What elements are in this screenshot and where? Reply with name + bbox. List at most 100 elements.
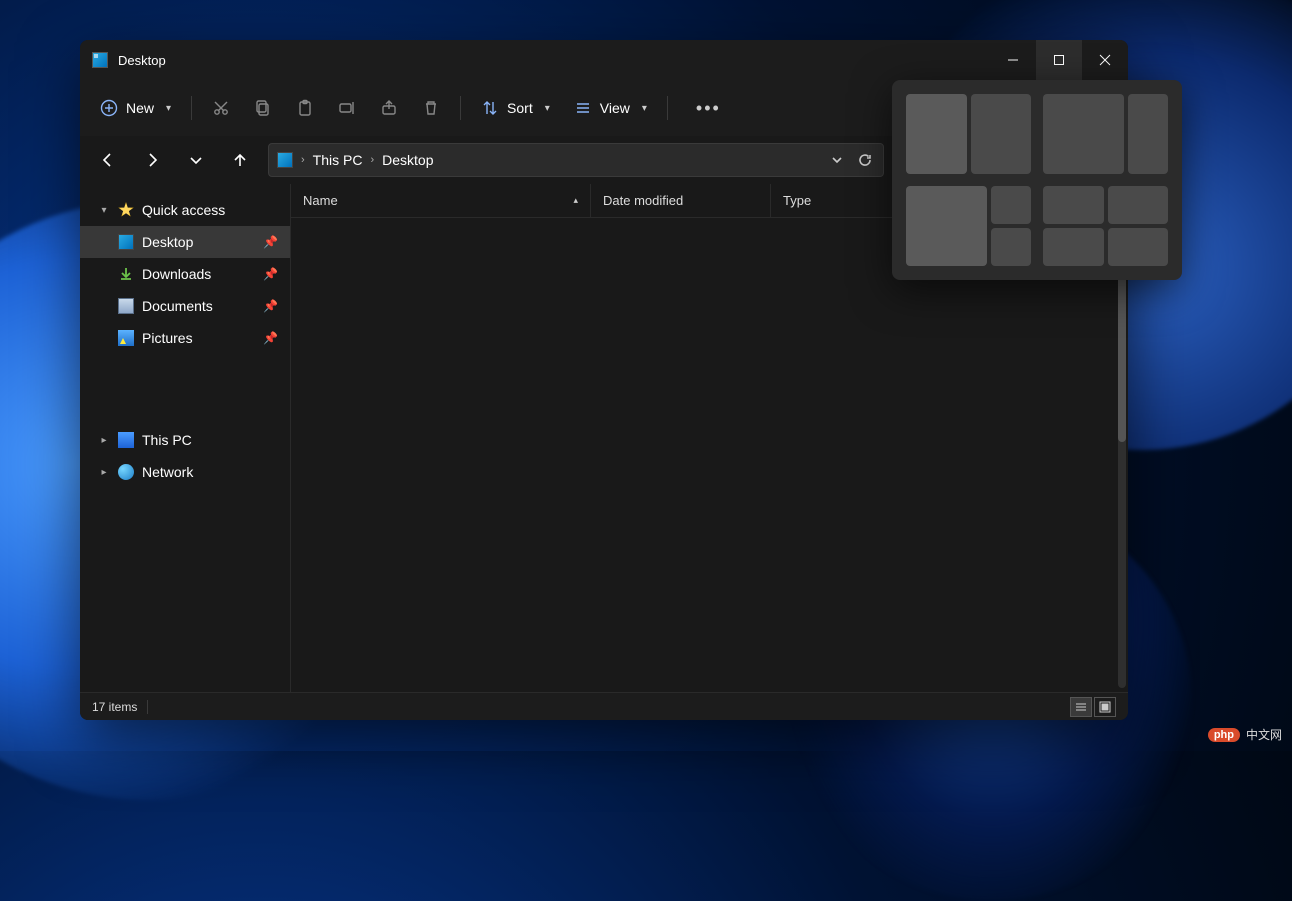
thumbnails-view-button[interactable]: [1094, 697, 1116, 717]
sidebar-item-downloads[interactable]: Downloads 📌: [80, 258, 290, 290]
details-view-button[interactable]: [1070, 697, 1092, 717]
minimize-button[interactable]: [990, 40, 1036, 80]
window-controls: [990, 40, 1128, 80]
pin-icon: 📌: [263, 331, 278, 345]
chevron-down-icon: ▾: [545, 103, 550, 114]
separator: [667, 96, 668, 120]
paste-icon: [296, 99, 314, 117]
address-dropdown[interactable]: [827, 150, 847, 170]
recent-button[interactable]: [180, 144, 212, 176]
snap-zone[interactable]: [906, 94, 967, 174]
pc-icon: [118, 432, 134, 448]
sidebar-item-desktop[interactable]: Desktop 📌: [80, 226, 290, 258]
snap-layout-three[interactable]: [906, 186, 1031, 266]
column-date[interactable]: Date modified: [591, 184, 771, 217]
address-bar[interactable]: › This PC › Desktop: [268, 143, 884, 177]
column-type-label: Type: [783, 193, 811, 208]
snap-zone[interactable]: [906, 186, 987, 266]
forward-button[interactable]: [136, 144, 168, 176]
trash-icon: [422, 99, 440, 117]
rename-button[interactable]: [328, 93, 366, 123]
star-icon: [118, 202, 134, 218]
snap-zone[interactable]: [1043, 94, 1124, 174]
chevron-right-icon: ▸: [98, 467, 110, 478]
snap-zone[interactable]: [991, 186, 1031, 224]
nav-pane: ▾ Quick access Desktop 📌 Downloads 📌 Doc…: [80, 184, 290, 692]
column-date-label: Date modified: [603, 193, 683, 208]
chevron-down-icon: ▾: [642, 103, 647, 114]
refresh-button[interactable]: [855, 150, 875, 170]
sort-label: Sort: [507, 100, 533, 116]
document-icon: [118, 298, 134, 314]
window-title: Desktop: [118, 53, 166, 68]
pin-icon: 📌: [263, 299, 278, 313]
view-toggle: [1070, 697, 1116, 717]
delete-button[interactable]: [412, 93, 450, 123]
sidebar-item-this-pc[interactable]: ▸ This PC: [80, 424, 290, 456]
file-list[interactable]: [291, 218, 1128, 692]
share-icon: [380, 99, 398, 117]
sidebar-item-network[interactable]: ▸ Network: [80, 456, 290, 488]
up-button[interactable]: [224, 144, 256, 176]
snap-zone[interactable]: [1043, 186, 1104, 224]
paste-button[interactable]: [286, 93, 324, 123]
breadcrumb-this-pc[interactable]: This PC: [313, 152, 363, 168]
sidebar-item-label: Desktop: [142, 234, 193, 250]
copy-icon: [254, 99, 272, 117]
snap-zone[interactable]: [1128, 94, 1168, 174]
rename-icon: [338, 99, 356, 117]
chevron-down-icon: ▾: [98, 205, 110, 216]
snap-zone[interactable]: [971, 94, 1032, 174]
view-label: View: [600, 100, 630, 116]
chevron-right-icon: ›: [370, 154, 374, 166]
pin-icon: 📌: [263, 267, 278, 281]
snap-zone[interactable]: [1043, 228, 1104, 266]
sidebar-item-label: Downloads: [142, 266, 211, 282]
watermark: php 中文网: [1208, 726, 1282, 743]
view-button[interactable]: View ▾: [564, 93, 657, 123]
sidebar-item-label: This PC: [142, 432, 192, 448]
snap-layout-split-half[interactable]: [906, 94, 1031, 174]
network-icon: [118, 464, 134, 480]
sort-button[interactable]: Sort ▾: [471, 93, 560, 123]
separator: [191, 96, 192, 120]
snap-zone[interactable]: [1108, 228, 1169, 266]
chevron-right-icon: ›: [301, 154, 305, 166]
sidebar-item-pictures[interactable]: Pictures 📌: [80, 322, 290, 354]
vertical-scrollbar[interactable]: [1118, 222, 1126, 688]
sidebar-item-label: Quick access: [142, 202, 225, 218]
sidebar-item-documents[interactable]: Documents 📌: [80, 290, 290, 322]
download-icon: [118, 266, 134, 282]
sidebar-item-quick-access[interactable]: ▾ Quick access: [80, 194, 290, 226]
plus-circle-icon: [100, 99, 118, 117]
column-name-label: Name: [303, 193, 338, 208]
snap-layout-quad[interactable]: [1043, 186, 1168, 266]
snap-layout-split-twothirds[interactable]: [1043, 94, 1168, 174]
scissors-icon: [212, 99, 230, 117]
cut-button[interactable]: [202, 93, 240, 123]
desktop-icon: [277, 152, 293, 168]
status-item-count: 17 items: [92, 700, 137, 714]
column-name[interactable]: Name ▴: [291, 184, 591, 217]
share-button[interactable]: [370, 93, 408, 123]
back-button[interactable]: [92, 144, 124, 176]
more-button[interactable]: •••: [678, 92, 739, 125]
new-button[interactable]: New ▾: [90, 93, 181, 123]
pictures-icon: [118, 330, 134, 346]
snap-zone[interactable]: [1108, 186, 1169, 224]
snap-zone[interactable]: [991, 228, 1031, 266]
watermark-badge: php: [1208, 728, 1240, 742]
chevron-right-icon: ▸: [98, 435, 110, 446]
sort-indicator-icon: ▴: [573, 195, 578, 206]
sidebar-item-label: Network: [142, 464, 193, 480]
separator: [460, 96, 461, 120]
copy-button[interactable]: [244, 93, 282, 123]
maximize-button[interactable]: [1036, 40, 1082, 80]
breadcrumb-desktop[interactable]: Desktop: [382, 152, 433, 168]
view-icon: [574, 99, 592, 117]
pin-icon: 📌: [263, 235, 278, 249]
close-button[interactable]: [1082, 40, 1128, 80]
watermark-text: 中文网: [1246, 726, 1282, 743]
titlebar: Desktop: [80, 40, 1128, 80]
desktop-icon: [118, 234, 134, 250]
